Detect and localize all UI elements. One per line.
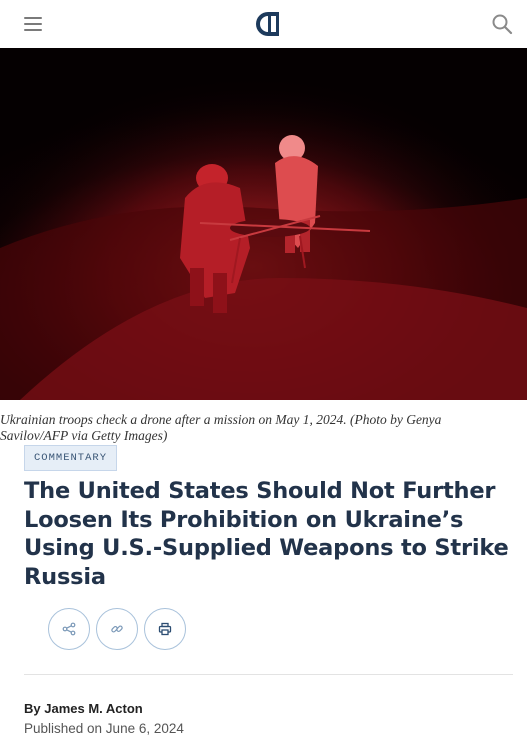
copy-link-button[interactable] xyxy=(96,608,138,650)
search-icon[interactable] xyxy=(491,13,513,35)
byline-prefix: By xyxy=(24,701,45,716)
share-toolbar xyxy=(48,608,186,650)
link-icon xyxy=(111,625,123,633)
author-link[interactable]: James M. Acton xyxy=(44,701,143,716)
byline: By James M. Acton xyxy=(24,701,143,716)
category-badge[interactable]: COMMENTARY xyxy=(24,445,118,471)
top-bar xyxy=(0,0,527,48)
menu-icon[interactable] xyxy=(24,16,42,32)
print-icon xyxy=(158,622,172,636)
divider xyxy=(24,674,513,675)
photo-caption: Ukrainian troops check a drone after a m… xyxy=(0,412,442,443)
share-button[interactable] xyxy=(48,608,90,650)
share-icon xyxy=(62,622,76,636)
article-title: The United States Should Not Further Loo… xyxy=(24,478,509,590)
hero-image xyxy=(0,48,527,400)
publish-date: Published on June 6, 2024 xyxy=(24,721,184,736)
hero-photo-illustration xyxy=(0,48,527,400)
print-button[interactable] xyxy=(144,608,186,650)
carnegie-logo-icon[interactable] xyxy=(254,10,282,38)
